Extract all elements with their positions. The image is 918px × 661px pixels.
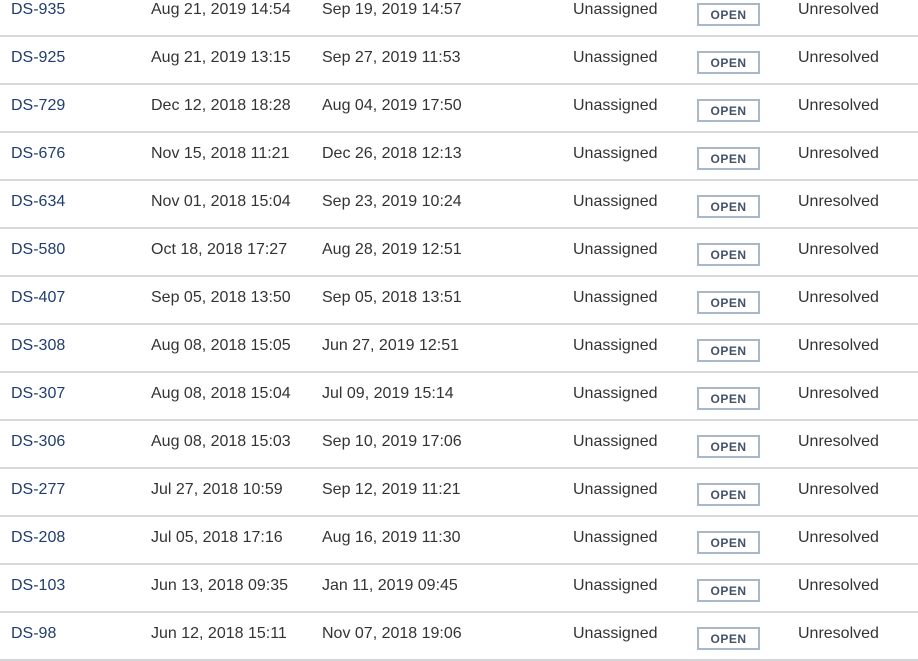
table-row[interactable]: DS-729 Dec 12, 2018 18:28 Aug 04, 2019 1…	[0, 85, 918, 133]
resolution: Unresolved	[798, 97, 879, 114]
created-date: Jun 12, 2018 15:11	[151, 625, 287, 642]
assignee: Unassigned	[573, 289, 658, 306]
status-badge: OPEN	[697, 531, 760, 554]
resolution: Unresolved	[798, 385, 879, 402]
issue-key-link[interactable]: DS-208	[11, 529, 65, 547]
status-badge: OPEN	[697, 51, 760, 74]
issue-key-link[interactable]: DS-925	[11, 49, 65, 67]
issue-table: DS-935 Aug 21, 2019 14:54 Sep 19, 2019 1…	[0, 0, 918, 661]
issue-key-link[interactable]: DS-676	[11, 145, 65, 163]
assignee: Unassigned	[573, 625, 658, 642]
assignee: Unassigned	[573, 241, 658, 258]
issue-key-link[interactable]: DS-103	[11, 577, 65, 595]
resolution: Unresolved	[798, 241, 879, 258]
issue-key-link[interactable]: DS-407	[11, 289, 65, 307]
resolution: Unresolved	[798, 577, 879, 594]
status-badge: OPEN	[697, 195, 760, 218]
resolution: Unresolved	[798, 289, 879, 306]
created-date: Aug 21, 2019 13:15	[151, 49, 291, 66]
status-badge: OPEN	[697, 435, 760, 458]
issue-key-link[interactable]: DS-307	[11, 385, 65, 403]
issue-key-link[interactable]: DS-580	[11, 241, 65, 259]
created-date: Aug 08, 2018 15:04	[151, 385, 291, 402]
status-badge: OPEN	[697, 627, 760, 650]
created-date: Oct 18, 2018 17:27	[151, 241, 288, 258]
created-date: Dec 12, 2018 18:28	[151, 97, 291, 114]
created-date: Aug 08, 2018 15:05	[151, 337, 291, 354]
table-row[interactable]: DS-306 Aug 08, 2018 15:03 Sep 10, 2019 1…	[0, 421, 918, 469]
assignee: Unassigned	[573, 97, 658, 114]
assignee: Unassigned	[573, 1, 658, 18]
table-row[interactable]: DS-308 Aug 08, 2018 15:05 Jun 27, 2019 1…	[0, 325, 918, 373]
issue-key-link[interactable]: DS-98	[11, 625, 56, 643]
updated-date: Sep 05, 2018 13:51	[322, 289, 462, 306]
table-row[interactable]: DS-925 Aug 21, 2019 13:15 Sep 27, 2019 1…	[0, 37, 918, 85]
table-row[interactable]: DS-407 Sep 05, 2018 13:50 Sep 05, 2018 1…	[0, 277, 918, 325]
resolution: Unresolved	[798, 481, 879, 498]
updated-date: Sep 27, 2019 11:53	[322, 49, 461, 66]
status-badge: OPEN	[697, 3, 760, 26]
table-row[interactable]: DS-277 Jul 27, 2018 10:59 Sep 12, 2019 1…	[0, 469, 918, 517]
table-row[interactable]: DS-676 Nov 15, 2018 11:21 Dec 26, 2018 1…	[0, 133, 918, 181]
issue-key-link[interactable]: DS-729	[11, 97, 65, 115]
updated-date: Dec 26, 2018 12:13	[322, 145, 462, 162]
assignee: Unassigned	[573, 433, 658, 450]
updated-date: Sep 19, 2019 14:57	[322, 1, 462, 18]
assignee: Unassigned	[573, 337, 658, 354]
updated-date: Sep 12, 2019 11:21	[322, 481, 461, 498]
assignee: Unassigned	[573, 49, 658, 66]
issue-key-link[interactable]: DS-935	[11, 1, 65, 19]
resolution: Unresolved	[798, 337, 879, 354]
updated-date: Jul 09, 2019 15:14	[322, 385, 454, 402]
status-badge: OPEN	[697, 579, 760, 602]
created-date: Aug 08, 2018 15:03	[151, 433, 291, 450]
assignee: Unassigned	[573, 577, 658, 594]
table-row[interactable]: DS-307 Aug 08, 2018 15:04 Jul 09, 2019 1…	[0, 373, 918, 421]
updated-date: Aug 28, 2019 12:51	[322, 241, 462, 258]
status-badge: OPEN	[697, 339, 760, 362]
updated-date: Aug 16, 2019 11:30	[322, 529, 461, 546]
resolution: Unresolved	[798, 49, 879, 66]
issue-key-link[interactable]: DS-306	[11, 433, 65, 451]
updated-date: Jun 27, 2019 12:51	[322, 337, 460, 354]
table-row[interactable]: DS-935 Aug 21, 2019 14:54 Sep 19, 2019 1…	[0, 0, 918, 37]
status-badge: OPEN	[697, 243, 760, 266]
table-row[interactable]: DS-98 Jun 12, 2018 15:11 Nov 07, 2018 19…	[0, 613, 918, 661]
assignee: Unassigned	[573, 481, 658, 498]
updated-date: Nov 07, 2018 19:06	[322, 625, 462, 642]
resolution: Unresolved	[798, 625, 879, 642]
created-date: Nov 01, 2018 15:04	[151, 193, 291, 210]
assignee: Unassigned	[573, 385, 658, 402]
created-date: Jul 05, 2018 17:16	[151, 529, 283, 546]
created-date: Nov 15, 2018 11:21	[151, 145, 290, 162]
resolution: Unresolved	[798, 193, 879, 210]
resolution: Unresolved	[798, 529, 879, 546]
issue-key-link[interactable]: DS-277	[11, 481, 65, 499]
assignee: Unassigned	[573, 529, 658, 546]
status-badge: OPEN	[697, 99, 760, 122]
resolution: Unresolved	[798, 1, 879, 18]
created-date: Jul 27, 2018 10:59	[151, 481, 283, 498]
issue-key-link[interactable]: DS-634	[11, 193, 65, 211]
updated-date: Sep 23, 2019 10:24	[322, 193, 462, 210]
status-badge: OPEN	[697, 291, 760, 314]
created-date: Sep 05, 2018 13:50	[151, 289, 291, 306]
assignee: Unassigned	[573, 193, 658, 210]
resolution: Unresolved	[798, 145, 879, 162]
table-row[interactable]: DS-634 Nov 01, 2018 15:04 Sep 23, 2019 1…	[0, 181, 918, 229]
table-row[interactable]: DS-208 Jul 05, 2018 17:16 Aug 16, 2019 1…	[0, 517, 918, 565]
assignee: Unassigned	[573, 145, 658, 162]
table-row[interactable]: DS-103 Jun 13, 2018 09:35 Jan 11, 2019 0…	[0, 565, 918, 613]
status-badge: OPEN	[697, 483, 760, 506]
status-badge: OPEN	[697, 387, 760, 410]
updated-date: Aug 04, 2019 17:50	[322, 97, 462, 114]
issue-key-link[interactable]: DS-308	[11, 337, 65, 355]
resolution: Unresolved	[798, 433, 879, 450]
updated-date: Jan 11, 2019 09:45	[322, 577, 458, 594]
created-date: Jun 13, 2018 09:35	[151, 577, 289, 594]
updated-date: Sep 10, 2019 17:06	[322, 433, 462, 450]
status-badge: OPEN	[697, 147, 760, 170]
table-row[interactable]: DS-580 Oct 18, 2018 17:27 Aug 28, 2019 1…	[0, 229, 918, 277]
created-date: Aug 21, 2019 14:54	[151, 1, 291, 18]
